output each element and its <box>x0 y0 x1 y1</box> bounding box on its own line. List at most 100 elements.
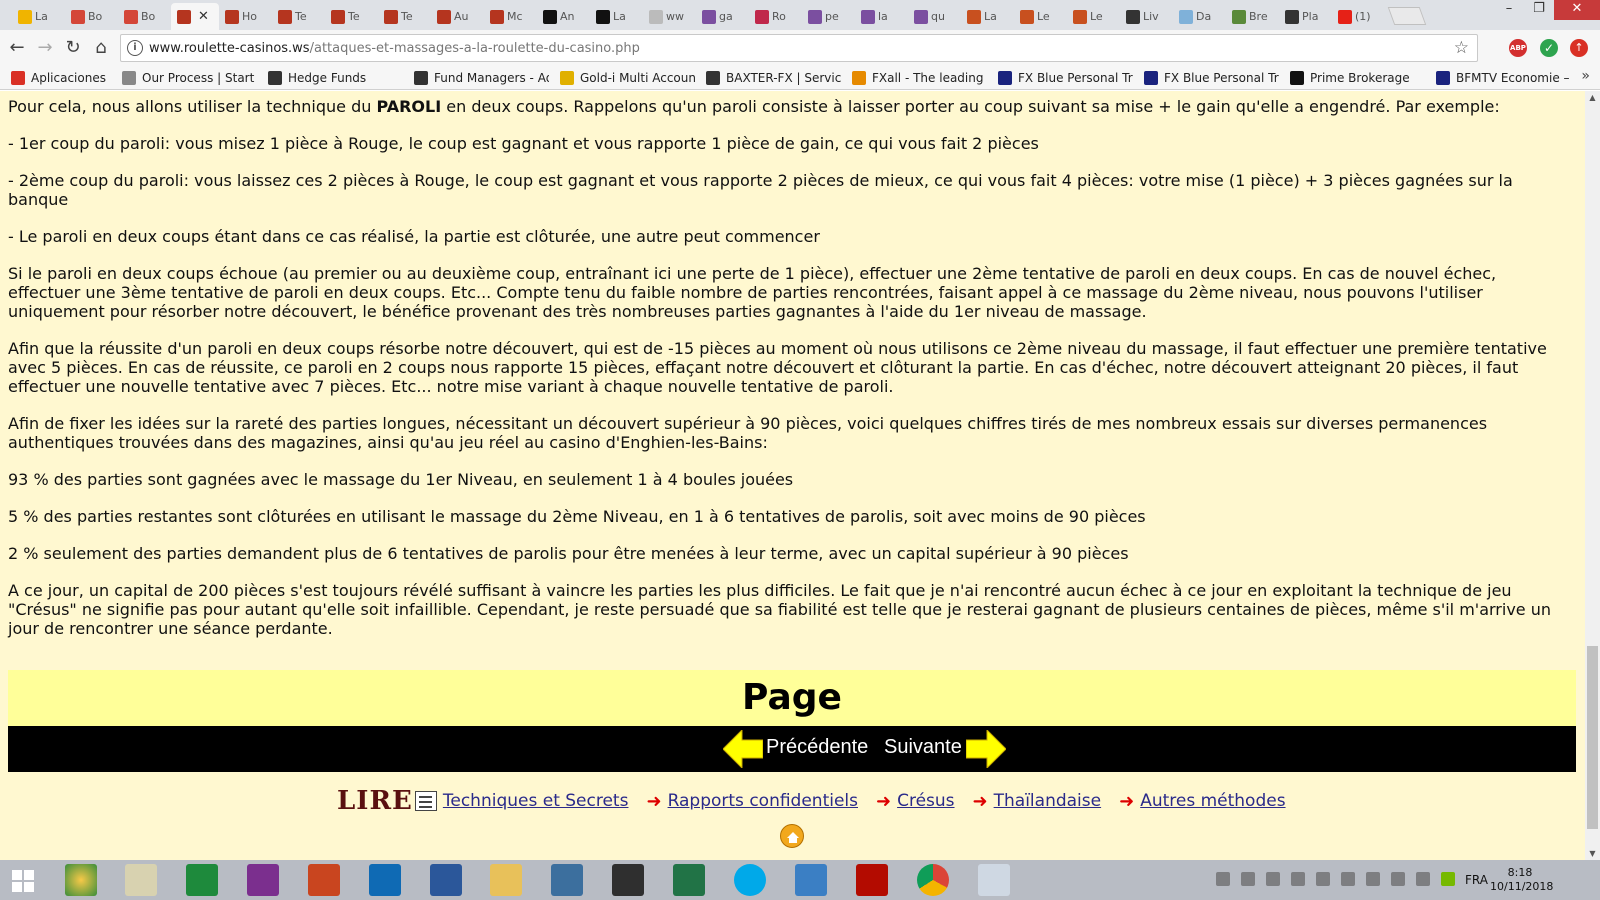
browser-tab[interactable]: Bo <box>65 3 118 30</box>
back-icon[interactable]: ← <box>6 37 28 59</box>
browser-tab[interactable]: Te <box>272 3 325 30</box>
browser-tab[interactable]: Le <box>1014 3 1067 30</box>
browser-tab[interactable]: ga <box>696 3 749 30</box>
reload-icon[interactable]: ↻ <box>62 37 84 59</box>
windows-start-icon[interactable] <box>12 870 34 892</box>
next-link[interactable]: Suivante <box>884 736 962 759</box>
taskbar-app-icon[interactable] <box>551 864 583 896</box>
browser-tab[interactable]: La <box>12 3 65 30</box>
tray-icon[interactable] <box>1241 872 1255 886</box>
arrow-right-icon[interactable] <box>966 730 1006 768</box>
link-autres-methodes[interactable]: Autres méthodes <box>1140 791 1285 811</box>
link-thailandaise[interactable]: Thaïlandaise <box>994 791 1101 811</box>
tab-close-icon[interactable]: ✕ <box>198 9 209 24</box>
taskbar-word-icon[interactable] <box>430 864 462 896</box>
taskbar-onenote-icon[interactable] <box>247 864 279 896</box>
tray-icon[interactable] <box>1291 872 1305 886</box>
speaker-icon[interactable] <box>1216 872 1230 886</box>
maximize-icon[interactable]: ❐ <box>1524 0 1554 20</box>
taskbar-explorer-icon[interactable] <box>490 864 522 896</box>
browser-tab[interactable]: ✕ <box>171 3 219 30</box>
bookmark-item[interactable]: Our Process | Start a <box>122 70 257 85</box>
tray-icon[interactable] <box>1316 872 1330 886</box>
adblock-icon[interactable]: ABP <box>1509 39 1527 57</box>
link-techniques[interactable]: Techniques et Secrets <box>443 791 629 811</box>
close-icon[interactable]: ✕ <box>1554 0 1600 20</box>
browser-tab[interactable]: La <box>961 3 1014 30</box>
flag-icon[interactable] <box>1341 872 1355 886</box>
bookmark-item[interactable]: FX Blue Personal Trac <box>1144 70 1279 85</box>
taskbar-app-icon[interactable] <box>125 864 157 896</box>
browser-tab[interactable]: Te <box>325 3 378 30</box>
taskbar-app-icon[interactable] <box>795 864 827 896</box>
taskbar-skype-icon[interactable] <box>734 864 766 896</box>
scroll-down-icon[interactable]: ▼ <box>1585 849 1600 858</box>
browser-tab[interactable]: La <box>590 3 643 30</box>
browser-tab[interactable]: Pla <box>1279 3 1332 30</box>
clock[interactable]: 8:18 10/11/2018 <box>1490 866 1553 894</box>
browser-tab[interactable]: ww <box>643 3 696 30</box>
taskbar-chrome-icon[interactable] <box>917 864 949 896</box>
language-indicator[interactable]: FRA <box>1465 873 1488 887</box>
browser-tab[interactable]: Ho <box>219 3 272 30</box>
update-icon[interactable]: ↑ <box>1570 39 1588 57</box>
taskbar-app-icon[interactable] <box>65 864 97 896</box>
bookmark-item[interactable]: Hedge Funds <box>268 70 403 85</box>
taskbar-app-icon[interactable] <box>612 864 644 896</box>
browser-tab[interactable]: Bo <box>118 3 171 30</box>
bookmark-item[interactable]: Aplicaciones <box>11 70 111 85</box>
browser-tab[interactable]: An <box>537 3 590 30</box>
url-text[interactable]: www.roulette-casinos.ws/attaques-et-mass… <box>149 41 640 56</box>
bookmark-item[interactable]: FXall - The leading in <box>852 70 987 85</box>
minimize-icon[interactable]: – <box>1494 0 1524 20</box>
browser-tab[interactable]: Da <box>1173 3 1226 30</box>
previous-link[interactable]: Précédente <box>766 736 868 759</box>
nvidia-icon[interactable] <box>1441 872 1455 886</box>
home-icon[interactable] <box>780 824 804 848</box>
taskbar-powerpoint-icon[interactable] <box>308 864 340 896</box>
bookmark-star-icon[interactable]: ☆ <box>1454 38 1469 58</box>
paragraph: 93 % des parties sont gagnées avec le ma… <box>8 470 794 489</box>
browser-tab[interactable]: Bre <box>1226 3 1279 30</box>
bookmarks-more-icon[interactable]: » <box>1581 68 1590 84</box>
bookmark-item[interactable]: BAXTER-FX | Services <box>706 70 841 85</box>
browser-tab[interactable]: (1) <box>1332 3 1385 30</box>
browser-tab[interactable]: la <box>855 3 908 30</box>
scroll-thumb[interactable] <box>1587 646 1598 829</box>
forward-icon[interactable]: → <box>34 37 56 59</box>
link-cresus[interactable]: Crésus <box>897 791 954 811</box>
network-icon[interactable] <box>1416 872 1430 886</box>
taskbar-excel-icon[interactable] <box>673 864 705 896</box>
site-info-icon[interactable]: i <box>127 40 143 56</box>
scroll-up-icon[interactable]: ▲ <box>1585 93 1600 102</box>
bookmark-item[interactable]: FX Blue Personal Trac <box>998 70 1133 85</box>
text: Pour cela, nous allons utiliser la techn… <box>8 97 377 116</box>
link-rapports[interactable]: Rapports confidentiels <box>668 791 858 811</box>
check-extension-icon[interactable]: ✓ <box>1540 39 1558 57</box>
taskbar-store-icon[interactable] <box>186 864 218 896</box>
browser-tab[interactable]: Te <box>378 3 431 30</box>
bookmark-item[interactable]: Fund Managers - Adv <box>414 70 549 85</box>
page-scrollbar[interactable]: ▲ ▼ <box>1585 91 1600 860</box>
bookmark-item[interactable]: Gold-i Multi Account <box>560 70 695 85</box>
browser-tab[interactable]: Le <box>1067 3 1120 30</box>
bookmark-item[interactable]: BFMTV Economie – la <box>1436 70 1571 85</box>
tray-icon[interactable] <box>1266 872 1280 886</box>
home-browser-icon[interactable]: ⌂ <box>90 37 112 59</box>
taskbar-paint-icon[interactable] <box>978 864 1010 896</box>
browser-tab[interactable]: pe <box>802 3 855 30</box>
tab-label: Ho <box>242 10 258 23</box>
arrow-left-icon[interactable] <box>723 730 763 768</box>
browser-tab[interactable]: Liv <box>1120 3 1173 30</box>
taskbar-outlook-icon[interactable] <box>369 864 401 896</box>
browser-tab[interactable]: Ro <box>749 3 802 30</box>
tray-icon[interactable] <box>1391 872 1405 886</box>
browser-tab[interactable]: Au <box>431 3 484 30</box>
new-tab-button[interactable] <box>1387 7 1427 25</box>
tray-icon[interactable] <box>1366 872 1380 886</box>
browser-tab[interactable]: Mc <box>484 3 537 30</box>
browser-tab[interactable]: qu <box>908 3 961 30</box>
taskbar-acrobat-icon[interactable] <box>856 864 888 896</box>
address-bar[interactable]: i www.roulette-casinos.ws/attaques-et-ma… <box>120 34 1478 62</box>
bookmark-item[interactable]: Prime Brokerage <box>1290 70 1425 85</box>
